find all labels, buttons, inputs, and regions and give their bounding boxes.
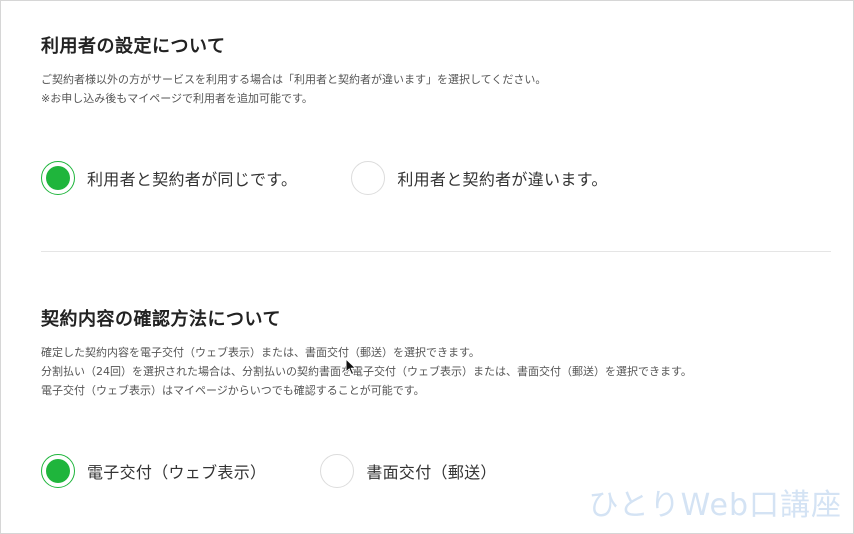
radio-button-same-user[interactable] [41,161,75,195]
radio-option-same-user[interactable]: 利用者と契約者が同じです。 [41,161,297,195]
contract-confirmation-title: 契約内容の確認方法について [41,309,281,330]
radio-selected-dot [46,166,70,190]
watermark-logo: ひとりWeb口講座 [588,488,842,523]
radio-label-different-user: 利用者と契約者が違います。 [397,170,608,189]
radio-option-electronic-delivery[interactable]: 電子交付（ウェブ表示） [41,454,266,488]
mouse-pointer-icon [345,358,357,376]
radio-button-paper-delivery[interactable] [320,454,355,488]
radio-option-different-user[interactable]: 利用者と契約者が違います。 [351,161,607,195]
contract-confirmation-desc-line-2: 分割払い（24回）を選択された場合は、分割払いの契約書面を電子交付（ウェブ表示）… [41,365,692,378]
radio-button-different-user[interactable] [351,161,386,195]
user-settings-desc-line-1: ご契約者様以外の方がサービスを利用する場合は「利用者と契約者が違います」を選択し… [41,73,547,86]
section-divider [41,251,831,252]
contract-confirmation-desc-line-1: 確定した契約内容を電子交付（ウェブ表示）または、書面交付（郵送）を選択できます。 [41,346,480,359]
radio-button-electronic-delivery[interactable] [41,454,75,488]
radio-label-electronic-delivery: 電子交付（ウェブ表示） [87,463,267,482]
radio-selected-dot [46,459,70,483]
contract-confirmation-radio-group: 電子交付（ウェブ表示） 書面交付（郵送） [41,454,497,488]
radio-label-paper-delivery: 書面交付（郵送） [366,463,497,482]
user-settings-radio-group: 利用者と契約者が同じです。 利用者と契約者が違います。 [41,161,608,195]
user-settings-title: 利用者の設定について [41,36,226,57]
user-settings-section: 利用者の設定について ご契約者様以外の方がサービスを利用する場合は「利用者と契約… [41,32,821,108]
contract-confirmation-section: 契約内容の確認方法について 確定した契約内容を電子交付（ウェブ表示）または、書面… [41,305,821,400]
user-settings-desc-line-2: ※お申し込み後もマイページで利用者を追加可能です。 [41,92,313,105]
radio-label-same-user: 利用者と契約者が同じです。 [87,170,298,189]
contract-confirmation-desc-line-3: 電子交付（ウェブ表示）はマイページからいつでも確認することが可能です。 [41,384,425,397]
radio-option-paper-delivery[interactable]: 書面交付（郵送） [320,454,496,488]
